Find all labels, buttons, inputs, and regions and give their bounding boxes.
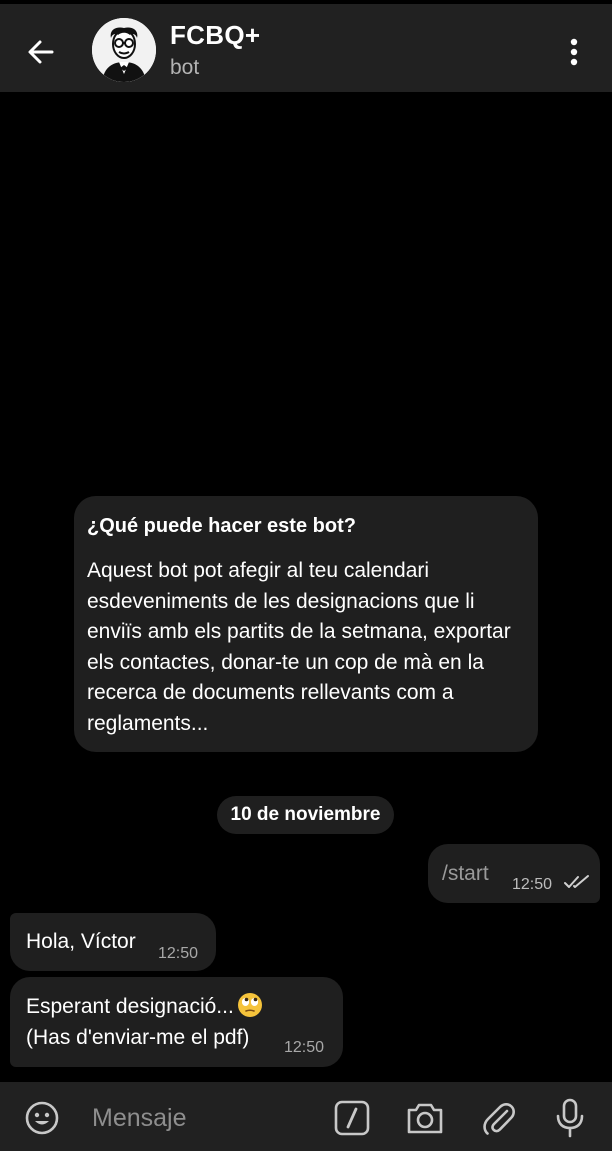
camera-icon (407, 1103, 443, 1134)
message-text: Hola, Víctor (26, 930, 136, 953)
more-vertical-icon (570, 38, 578, 66)
back-button[interactable] (18, 32, 64, 72)
microphone-button[interactable] (550, 1098, 590, 1138)
message-composer: Mensaje (0, 1082, 612, 1151)
outgoing-message[interactable]: /start 12:50 (428, 844, 600, 903)
bot-command-button[interactable] (332, 1098, 372, 1138)
chat-subtitle: bot (170, 56, 200, 79)
bot-info-card: ¿Qué puede hacer este bot? Aquest bot po… (74, 496, 538, 752)
bot-avatar[interactable] (92, 18, 156, 82)
chat-header: FCBQ+ bot (0, 0, 612, 92)
attach-button[interactable] (479, 1098, 519, 1138)
bot-info-title: ¿Qué puede hacer este bot? (87, 515, 356, 537)
message-line-1: Esperant designació... (26, 995, 234, 1018)
message-text: /start (442, 862, 489, 885)
face-with-rolling-eyes-icon (237, 993, 262, 1017)
message-text: Esperant designació... (Has d'enviar-me … (26, 991, 326, 1053)
emoji-button[interactable] (22, 1098, 62, 1138)
camera-button[interactable] (405, 1098, 445, 1138)
message-input[interactable]: Mensaje (92, 1104, 187, 1133)
paperclip-icon (483, 1103, 515, 1135)
bot-info-description: Aquest bot pot afegir al teu calendari e… (87, 559, 511, 735)
double-check-icon (564, 875, 589, 888)
date-separator: 10 de noviembre (217, 796, 394, 834)
more-options-button[interactable] (556, 32, 592, 72)
incoming-message[interactable]: Esperant designació... (Has d'enviar-me … (10, 977, 343, 1067)
message-time: 12:50 (284, 1039, 325, 1056)
bot-command-icon (334, 1100, 370, 1136)
message-time: 12:50 (158, 945, 199, 962)
message-time: 12:50 (512, 876, 553, 893)
chat-title[interactable]: FCBQ+ (170, 20, 260, 51)
message-line-2: (Has d'enviar-me el pdf) (26, 1026, 250, 1049)
emoji-icon (25, 1101, 59, 1135)
back-arrow-icon (28, 40, 54, 64)
microphone-icon (556, 1098, 584, 1138)
incoming-message[interactable]: Hola, Víctor 12:50 (10, 913, 216, 971)
